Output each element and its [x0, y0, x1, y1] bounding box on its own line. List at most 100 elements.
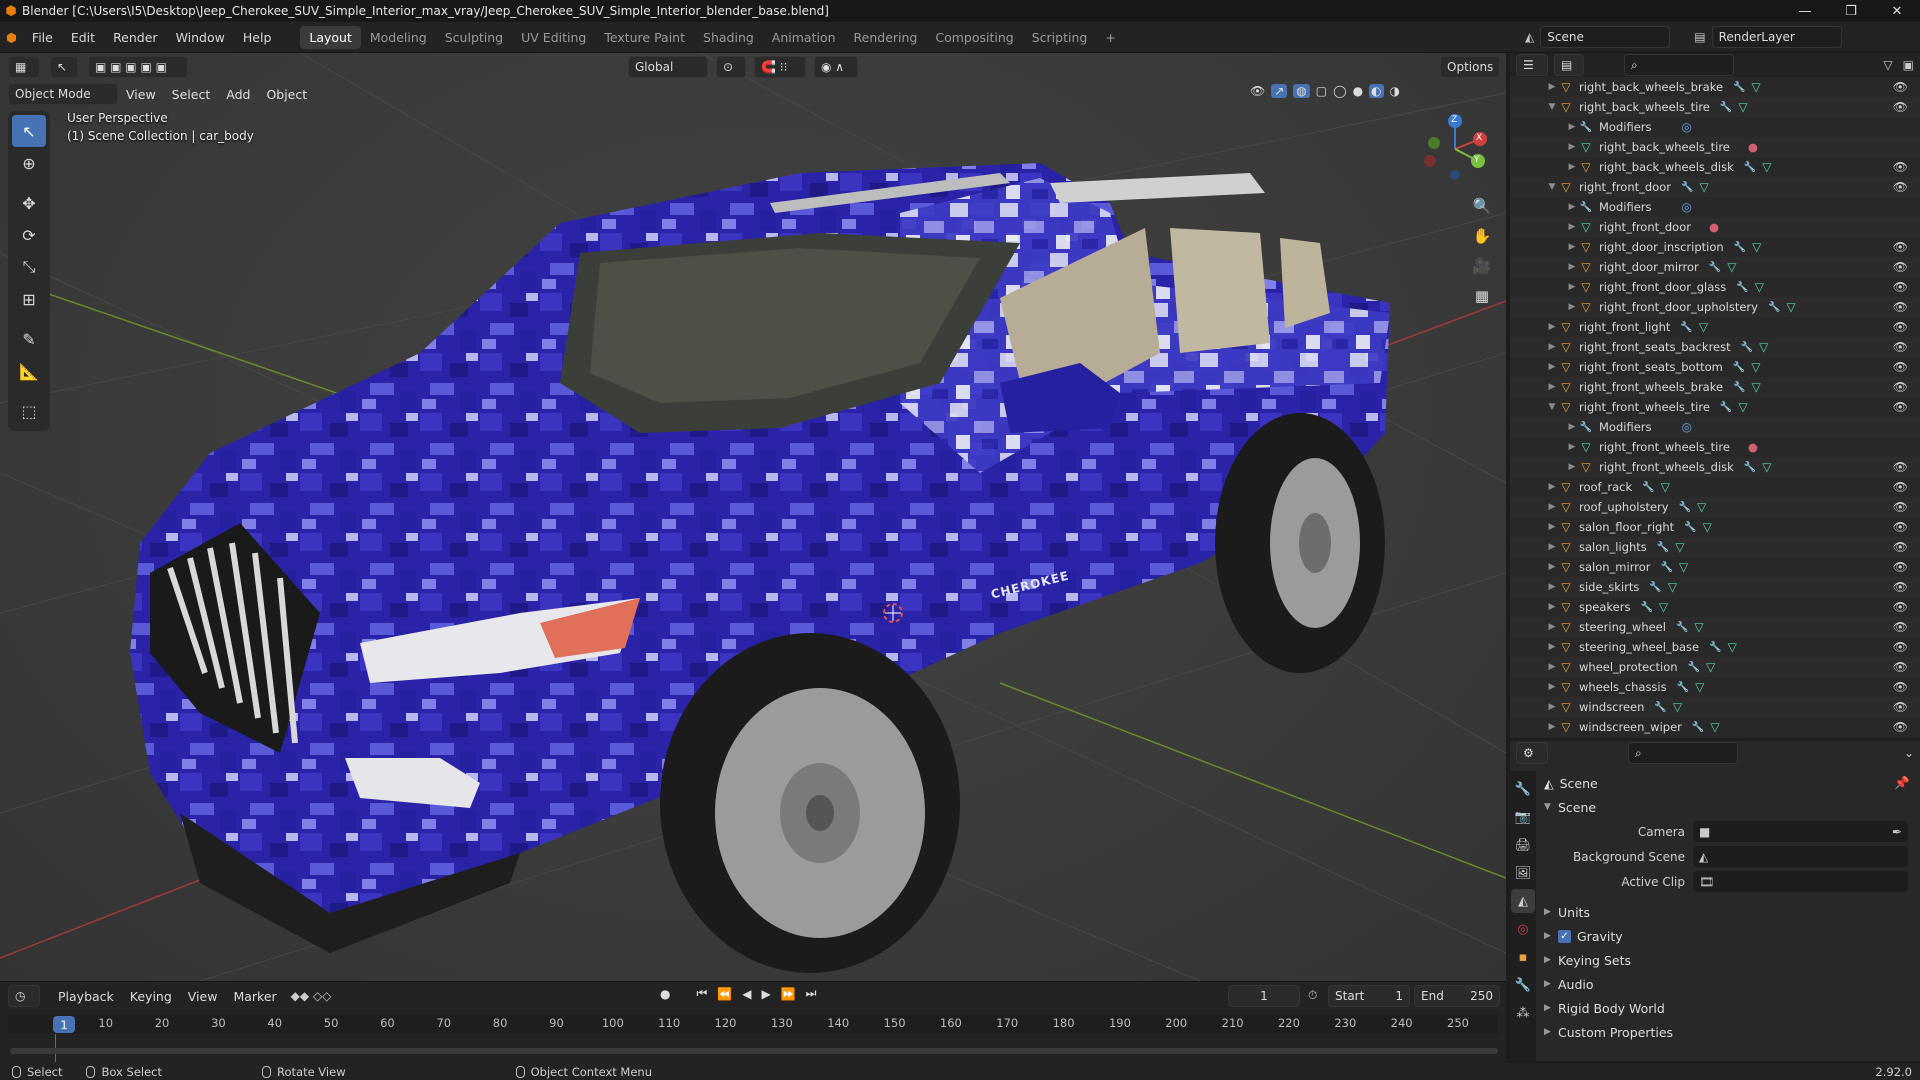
expand-right-icon[interactable]: ▶	[1566, 162, 1578, 172]
shading-solid-icon[interactable]: ●	[1353, 84, 1363, 98]
outliner-item[interactable]: ▶ ▽ right_front_seats_bottom 🔧 ▽ 👁	[1510, 357, 1920, 377]
background-scene-field[interactable]: ◭	[1693, 846, 1908, 867]
select-mode-button[interactable]: ↖	[50, 56, 78, 78]
expand-right-icon[interactable]: ▶	[1566, 442, 1578, 452]
outliner-item[interactable]: ▶ ▽ right_front_door_glass 🔧 ▽ 👁	[1510, 277, 1920, 297]
add-cube-tool-icon[interactable]: ⬚	[12, 395, 46, 427]
mesh-data-icon[interactable]: ▽	[1673, 700, 1682, 714]
modifier-wrench-icon[interactable]: 🔧	[1681, 182, 1693, 193]
eyedropper-icon[interactable]: ✒	[1892, 825, 1902, 839]
current-frame-field[interactable]: 1	[1228, 985, 1300, 1007]
menu-file[interactable]: File	[23, 26, 62, 49]
output-tab-icon[interactable]: 🖨	[1511, 833, 1535, 857]
view-layer-tab-icon[interactable]: 🖼	[1511, 861, 1535, 885]
menu-render[interactable]: Render	[104, 26, 167, 49]
expand-right-icon[interactable]: ▶	[1566, 202, 1578, 212]
outliner-item[interactable]: ▶ ▽ right_door_inscription 🔧 ▽ 👁	[1510, 237, 1920, 257]
shading-material-icon[interactable]: ◐	[1369, 84, 1384, 98]
outliner-display-mode[interactable]: ▤	[1554, 54, 1584, 76]
visibility-eye-icon[interactable]: 👁	[1893, 620, 1908, 634]
modifier-wrench-icon[interactable]: 🔧	[1741, 342, 1753, 353]
modifier-wrench-icon[interactable]: 🔧	[1688, 662, 1700, 673]
modifier-tab-icon[interactable]: 🔧	[1511, 973, 1535, 997]
mesh-data-icon[interactable]: ▽	[1727, 260, 1736, 274]
annotate-tool-icon[interactable]: ✎	[12, 323, 46, 355]
material-icon[interactable]: ●	[1748, 140, 1758, 154]
outliner-item[interactable]: ▶ ▽ right_front_wheels_tire ●	[1510, 437, 1920, 457]
visibility-eye-icon[interactable]: 👁	[1893, 480, 1908, 494]
visibility-eye-icon[interactable]: 👁	[1893, 160, 1908, 174]
shading-rendered-icon[interactable]: ◑	[1390, 84, 1400, 98]
workspace-tab-uv-editing[interactable]: UV Editing	[512, 26, 595, 49]
mesh-data-icon[interactable]: ▽	[1755, 280, 1764, 294]
timeline-scrollbar[interactable]	[10, 1048, 1498, 1054]
menu-edit[interactable]: Edit	[62, 26, 104, 49]
outliner-item[interactable]: ▶ ▽ wheels_chassis 🔧 ▽ 👁	[1510, 677, 1920, 697]
mesh-data-icon[interactable]: ▽	[1738, 100, 1747, 114]
mesh-data-icon[interactable]: ▽	[1661, 480, 1670, 494]
play-icon[interactable]: ▶	[761, 987, 770, 1001]
modifier-wrench-icon[interactable]: 🔧	[1640, 602, 1652, 613]
properties-options-icon[interactable]: ⌄	[1904, 746, 1914, 760]
outliner-item[interactable]: ▶ ▽ right_back_wheels_brake 🔧 ▽ 👁	[1510, 77, 1920, 97]
gizmo-toggle-icon[interactable]: ↗	[1271, 84, 1288, 98]
outliner-item[interactable]: ▶ ▽ right_front_wheels_brake 🔧 ▽ 👁	[1510, 377, 1920, 397]
timeline-menu-keying[interactable]: Keying	[122, 989, 180, 1004]
workspace-tab-scripting[interactable]: Scripting	[1023, 26, 1097, 49]
scene-selector[interactable]: Scene	[1540, 26, 1671, 48]
modifier-wrench-icon[interactable]: 🔧	[1768, 302, 1780, 313]
add-workspace-button[interactable]: +	[1096, 26, 1124, 49]
visibility-eye-icon[interactable]: 👁	[1893, 180, 1908, 194]
visibility-icon[interactable]: 👁	[1250, 84, 1265, 98]
outliner-item[interactable]: ▶ ▽ steering_wheel 🔧 ▽ 👁	[1510, 617, 1920, 637]
modifier-wrench-icon[interactable]: 🔧	[1709, 642, 1721, 653]
visibility-eye-icon[interactable]: 👁	[1893, 360, 1908, 374]
workspace-tab-animation[interactable]: Animation	[763, 26, 845, 49]
active-clip-field[interactable]: 🎞	[1693, 871, 1908, 892]
visibility-eye-icon[interactable]: 👁	[1893, 400, 1908, 414]
expand-right-icon[interactable]: ▶	[1546, 682, 1558, 692]
selection-mode-group[interactable]: ▣ ▣ ▣ ▣ ▣	[88, 56, 188, 78]
modifier-wrench-icon[interactable]: 🔧	[1720, 102, 1732, 113]
expand-down-icon[interactable]: ▼	[1546, 182, 1558, 192]
outliner-item[interactable]: ▶ ▽ right_front_door ●	[1510, 217, 1920, 237]
outliner-item[interactable]: ▶ ▽ right_front_wheels_disk 🔧 ▽ 👁	[1510, 457, 1920, 477]
modifier-wrench-icon[interactable]: 🔧	[1684, 522, 1696, 533]
modifier-wrench-icon[interactable]: 🔧	[1736, 282, 1748, 293]
modifier-wrench-icon[interactable]: 🔧	[1654, 702, 1666, 713]
timeline-menu-view[interactable]: View	[180, 989, 226, 1004]
mesh-data-icon[interactable]: ▽	[1659, 600, 1668, 614]
outliner-item[interactable]: ▶ ▽ salon_mirror 🔧 ▽ 👁	[1510, 557, 1920, 577]
visibility-eye-icon[interactable]: 👁	[1893, 100, 1908, 114]
units-panel-header[interactable]: ▶ Units	[1538, 900, 1920, 924]
options-dropdown[interactable]: Options	[1440, 56, 1500, 78]
play-reverse-icon[interactable]: ◀	[742, 987, 751, 1001]
custom-properties-panel-header[interactable]: ▶ Custom Properties	[1538, 1020, 1920, 1044]
audio-panel-header[interactable]: ▶ Audio	[1538, 972, 1920, 996]
rotate-tool-icon[interactable]: ⟳	[12, 219, 46, 251]
workspace-tab-layout[interactable]: Layout	[300, 25, 361, 49]
3d-viewport[interactable]: CHEROKEE ▦ ↖ ▣ ▣ ▣ ▣ ▣ Object Mode View …	[0, 53, 1506, 981]
modifier-wrench-icon[interactable]: 🔧	[1733, 382, 1745, 393]
mesh-data-icon[interactable]: ▽	[1697, 500, 1706, 514]
blender-menu-icon[interactable]: ⬢	[0, 26, 23, 49]
filter-icon[interactable]: ▽	[1883, 58, 1892, 72]
visibility-eye-icon[interactable]: 👁	[1893, 320, 1908, 334]
modifier-wrench-icon[interactable]: 🔧	[1676, 622, 1688, 633]
workspace-tab-compositing[interactable]: Compositing	[926, 26, 1022, 49]
properties-search-input[interactable]: ⌕	[1628, 742, 1738, 764]
object-mode-selector[interactable]: Object Mode	[8, 83, 118, 105]
mesh-data-icon[interactable]: ▽	[1786, 300, 1795, 314]
outliner-item[interactable]: ▼ ▽ right_front_wheels_tire 🔧 ▽ 👁	[1510, 397, 1920, 417]
measure-tool-icon[interactable]: 📐	[12, 355, 46, 387]
jump-end-icon[interactable]: ⏭	[806, 986, 817, 1001]
outliner-item[interactable]: ▶ ▽ right_front_light 🔧 ▽ 👁	[1510, 317, 1920, 337]
expand-right-icon[interactable]: ▶	[1546, 702, 1558, 712]
expand-right-icon[interactable]: ▶	[1566, 142, 1578, 152]
expand-right-icon[interactable]: ▶	[1566, 122, 1578, 132]
minimize-button[interactable]: —	[1782, 0, 1828, 22]
outliner-item[interactable]: ▶ ▽ right_front_door_upholstery 🔧 ▽ 👁	[1510, 297, 1920, 317]
viewport-menu-object[interactable]: Object	[258, 87, 315, 102]
mesh-data-icon[interactable]: ▽	[1759, 340, 1768, 354]
expand-down-icon[interactable]: ▼	[1546, 102, 1558, 112]
